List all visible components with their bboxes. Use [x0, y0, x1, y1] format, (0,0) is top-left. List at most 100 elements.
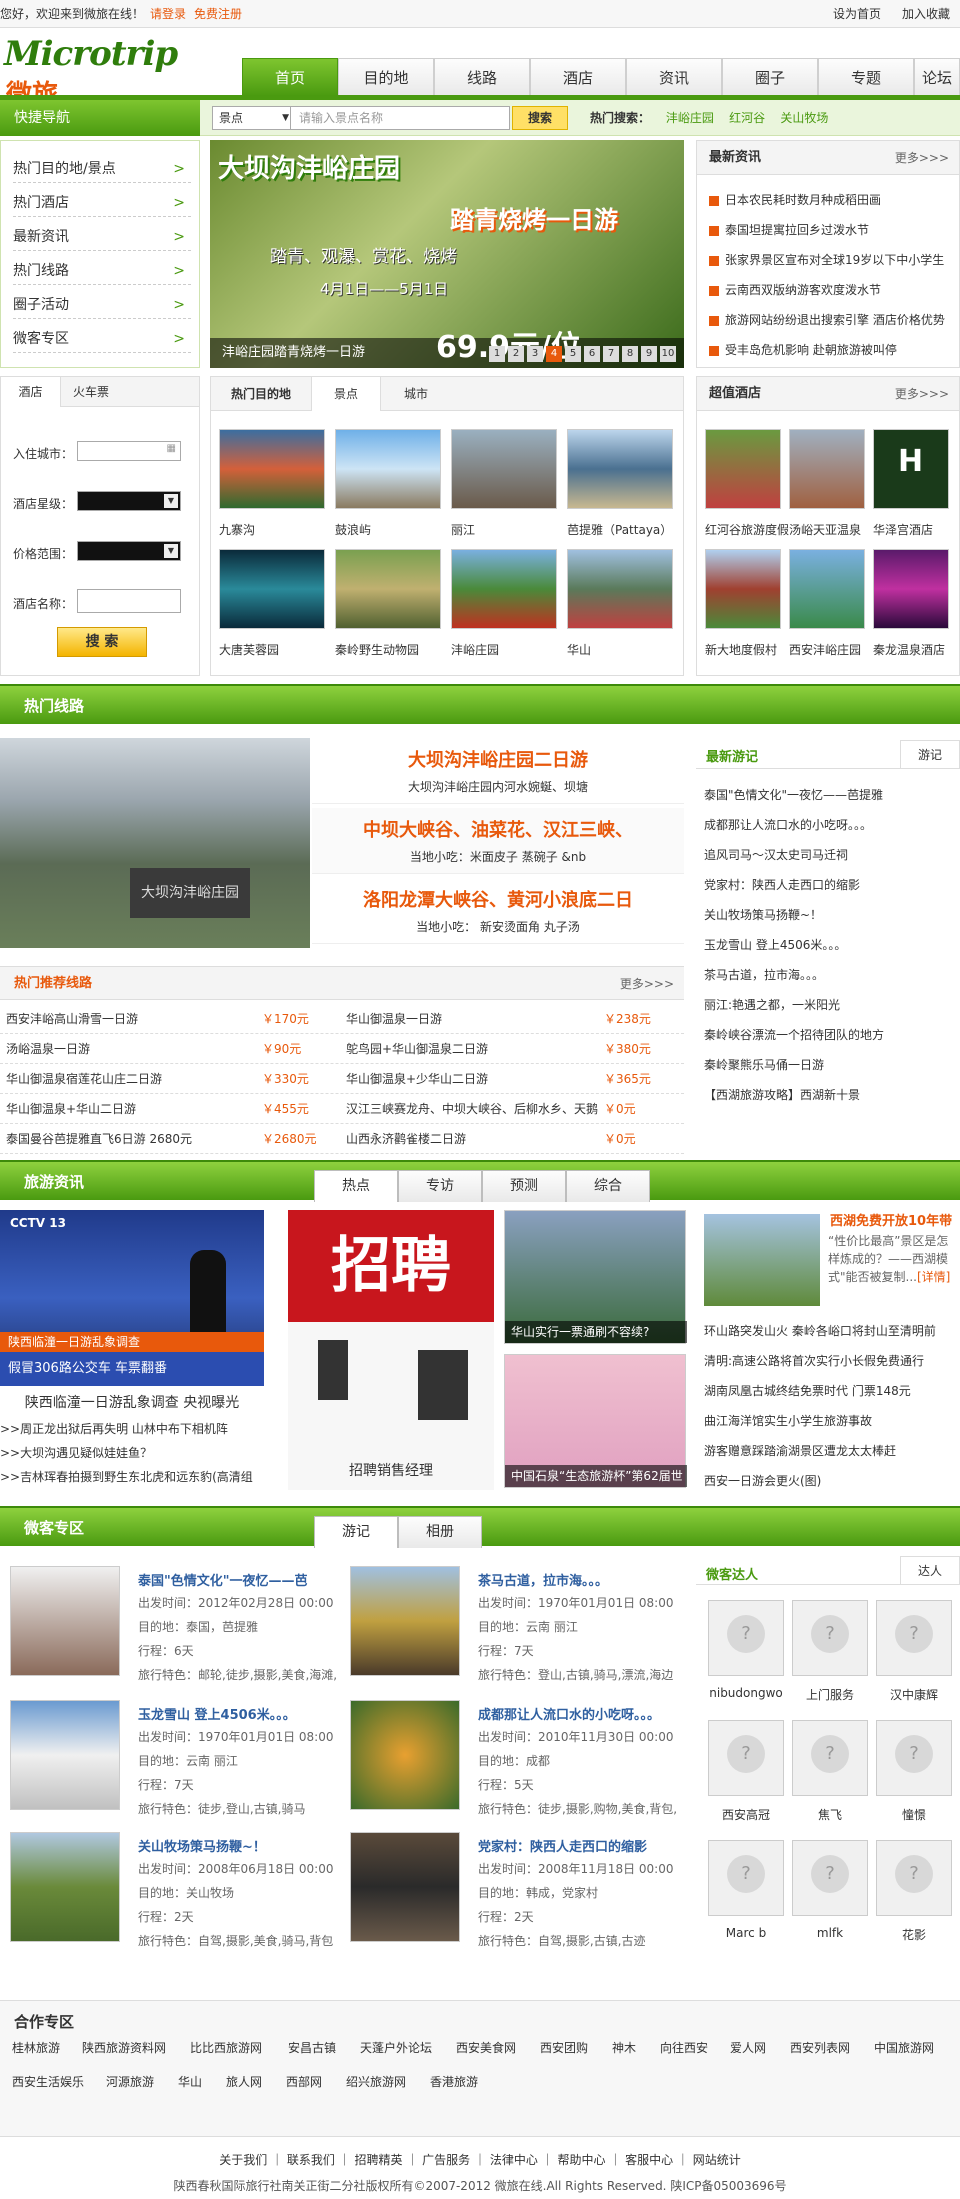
avatar[interactable]: ? — [792, 1600, 868, 1676]
expert-name[interactable]: 西安高冠 — [708, 1806, 784, 1823]
travelog-link[interactable]: 关山牧场策马扬鞭~！ — [704, 900, 822, 930]
site-logo[interactable]: Microtrip微旅 — [4, 34, 194, 110]
hotel-thumb[interactable] — [873, 549, 949, 629]
destination-thumb[interactable] — [567, 549, 673, 629]
banner-page-dot[interactable]: 9 — [641, 346, 657, 362]
expert-name[interactable]: Marc b — [708, 1926, 784, 1940]
nav-tab-home[interactable]: 首页 — [242, 58, 338, 96]
tab-album[interactable]: 相册 — [398, 1516, 482, 1548]
nav-tab-circle[interactable]: 圈子 — [722, 58, 818, 96]
partner-link[interactable]: 桂林旅游 — [12, 2039, 60, 2056]
banner-page-dot[interactable]: 6 — [584, 346, 600, 362]
quicknav-item[interactable]: 热门酒店 > — [13, 189, 191, 217]
partner-link[interactable]: 陕西旅游资料网 — [82, 2039, 166, 2056]
more-link[interactable]: 更多>>> — [895, 141, 949, 175]
destination-thumb[interactable] — [567, 429, 673, 509]
destination-thumb[interactable] — [335, 549, 441, 629]
partner-link[interactable]: 安昌古镇 — [288, 2039, 336, 2056]
partner-link[interactable]: 比比西旅游网 — [190, 2039, 262, 2056]
avatar[interactable]: ? — [708, 1600, 784, 1676]
partner-link[interactable]: 旅人网 — [226, 2073, 262, 2090]
story-card[interactable]: 茶马古道，拉市海。。。 出发时间：1970年01月01日 08:00 目的地：云… — [350, 1566, 690, 1686]
partner-link[interactable]: 西部网 — [286, 2073, 322, 2090]
hotel-thumb[interactable] — [705, 549, 781, 629]
expert-name[interactable]: 上门服务 — [792, 1686, 868, 1703]
route-link[interactable]: 泰国曼谷芭提雅直飞6日游 2680元 — [6, 1124, 192, 1154]
nav-tab-destination[interactable]: 目的地 — [338, 58, 434, 96]
tab-general[interactable]: 综合 — [566, 1170, 650, 1202]
hotel-name[interactable]: 西安沣峪庄园 — [789, 641, 861, 658]
avatar[interactable]: ? — [792, 1720, 868, 1796]
tab-travelog[interactable]: 游记 — [900, 740, 960, 768]
news-link[interactable]: 湖南凤凰古城终结免票时代 门票148元 — [704, 1376, 911, 1406]
partner-link[interactable]: 爱人网 — [730, 2039, 766, 2056]
story-card[interactable]: 关山牧场策马扬鞭~！ 出发时间：2008年06月18日 00:00 目的地：关山… — [10, 1832, 350, 1952]
more-link[interactable]: 更多>>> — [620, 967, 674, 1001]
destination-name[interactable]: 秦岭野生动物园 — [335, 641, 419, 658]
detail-link[interactable]: [详情] — [917, 1270, 950, 1284]
tab-hot-destinations[interactable]: 热门目的地 — [211, 377, 311, 411]
expert-name[interactable]: 汉中康辉 — [876, 1686, 952, 1703]
tab-city[interactable]: 城市 — [381, 377, 451, 411]
news-item[interactable]: 旅游网站纷纷退出搜索引擎 酒店价格优势 — [709, 305, 945, 335]
banner-page-dot[interactable]: 1 — [489, 346, 505, 362]
news-item[interactable]: 云南西双版纳游客欢度泼水节 — [709, 275, 945, 305]
quicknav-item[interactable]: 微客专区 > — [13, 325, 191, 353]
news-item[interactable]: 泰国坦提寓拉回乡过泼水节 — [709, 215, 945, 245]
story-title[interactable]: 玉龙雪山 登上4506米。。。 — [138, 1704, 296, 1723]
story-card[interactable]: 党家村：陕西人走西口的缩影 出发时间：2008年11月18日 00:00 目的地… — [350, 1832, 690, 1952]
avatar[interactable]: ? — [708, 1840, 784, 1916]
partner-link[interactable]: 华山 — [178, 2073, 202, 2090]
partner-link[interactable]: 西安美食网 — [456, 2039, 516, 2056]
news-image[interactable]: 中国石泉“生态旅游杯”第62届世 — [504, 1354, 687, 1488]
avatar[interactable]: ? — [708, 1720, 784, 1796]
news-image[interactable]: 华山实行一票通刷不容续? — [504, 1210, 687, 1344]
travelog-link[interactable]: 泰国"色情文化"一夜忆——芭提雅 — [704, 780, 883, 810]
nav-tab-topics[interactable]: 专题 — [818, 58, 914, 96]
story-title[interactable]: 茶马古道，拉市海。。。 — [478, 1570, 608, 1589]
tab-interview[interactable]: 专访 — [398, 1170, 482, 1202]
hotel-name[interactable]: 新大地度假村 — [705, 641, 777, 658]
hotel-name[interactable]: 红河谷旅游度假 — [705, 521, 789, 538]
banner-page-dot[interactable]: 4 — [546, 346, 562, 362]
travelog-link[interactable]: 丽江:艳遇之都，一米阳光 — [704, 990, 840, 1020]
star-select[interactable]: ▼ — [77, 491, 181, 511]
banner-page-dot[interactable]: 3 — [527, 346, 543, 362]
expert-name[interactable]: 花影 — [876, 1926, 952, 1943]
avatar[interactable]: ? — [792, 1840, 868, 1916]
tab-scenic[interactable]: 景点 — [311, 377, 381, 411]
hot-search-link[interactable]: 沣峪庄园 — [666, 111, 714, 125]
footer-links[interactable]: 关于我们 ｜ 联系我们 ｜ 招聘精英 ｜ 广告服务 ｜ 法律中心 ｜ 帮助中心 … — [0, 2151, 960, 2168]
route-link[interactable]: 汤峪温泉一日游 — [6, 1034, 90, 1064]
story-card[interactable]: 泰国"色情文化"一夜忆——芭 出发时间：2012年02月28日 00:00 目的… — [10, 1566, 350, 1686]
hot-search-link[interactable]: 关山牧场 — [780, 111, 828, 125]
hotel-thumb[interactable] — [705, 429, 781, 509]
banner-page-dot[interactable]: 7 — [603, 346, 619, 362]
route-card[interactable]: 洛阳龙潭大峡谷、黄河小浪底二日 当地小吃： 新安烫面角 丸子汤 — [312, 878, 684, 944]
banner-page-dot[interactable]: 8 — [622, 346, 638, 362]
set-home-link[interactable]: 设为首页 — [833, 0, 881, 28]
route-link[interactable]: 华山御温泉+华山二日游 — [6, 1094, 136, 1124]
route-link[interactable]: 山西永济鹳雀楼二日游 — [346, 1124, 466, 1154]
partner-link[interactable]: 西安生活娱乐 — [12, 2073, 84, 2090]
partner-link[interactable]: 西安列表网 — [790, 2039, 850, 2056]
route-link[interactable]: 华山御温泉宿莲花山庄二日游 — [6, 1064, 162, 1094]
route-link[interactable]: 华山御温泉+少华山二日游 — [346, 1064, 488, 1094]
destination-thumb[interactable] — [219, 429, 325, 509]
destination-name[interactable]: 华山 — [567, 641, 591, 658]
expert-name[interactable]: 憧憬 — [876, 1806, 952, 1823]
add-favorite-link[interactable]: 加入收藏 — [902, 0, 950, 28]
nav-tab-forum[interactable]: 论坛 — [914, 58, 960, 96]
hotel-search-button[interactable]: 搜 索 — [57, 627, 147, 657]
hotel-thumb[interactable] — [789, 549, 865, 629]
nav-tab-routes[interactable]: 线路 — [434, 58, 530, 96]
hotel-name[interactable]: 汤峪天亚温泉 — [789, 521, 861, 538]
route-photo[interactable]: 大坝沟沣峪庄园 — [0, 738, 310, 948]
news-right-photo[interactable] — [704, 1214, 820, 1306]
route-card[interactable]: 大坝沟沣峪庄园二日游 大坝沟沣峪庄园内河水婉蜒、坝塘 — [312, 738, 684, 804]
destination-thumb[interactable] — [451, 429, 557, 509]
login-link[interactable]: 请登录 — [150, 0, 186, 28]
route-link[interactable]: 西安沣峪高山滑雪一日游 — [6, 1004, 138, 1034]
video-title[interactable]: 陕西临潼一日游乱象调查 央视曝光 — [0, 1392, 264, 1412]
partner-link[interactable]: 天蓬户外论坛 — [360, 2039, 432, 2056]
